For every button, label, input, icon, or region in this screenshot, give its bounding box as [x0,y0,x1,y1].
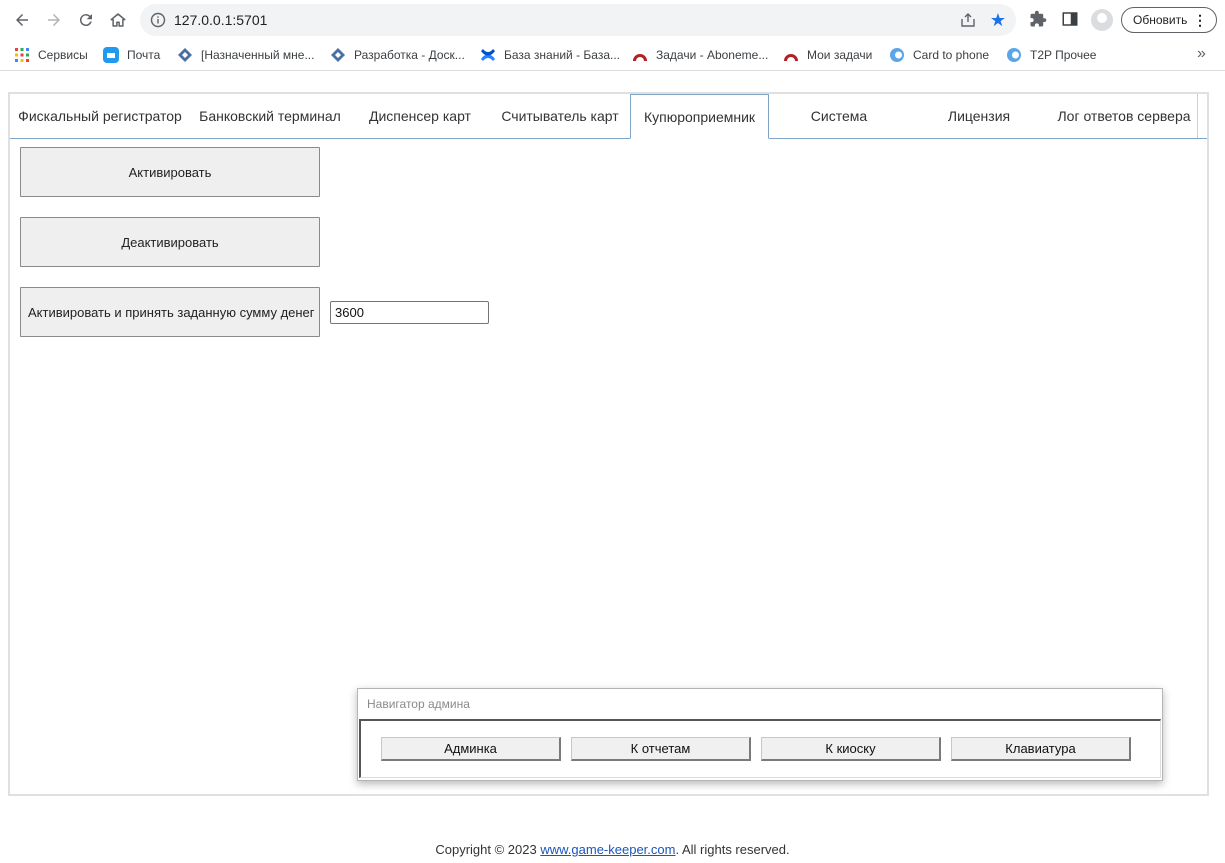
tab-label: Лицензия [947,108,1011,124]
profile-avatar[interactable] [1091,9,1113,31]
mail-icon [103,47,119,63]
tab-label: Купюроприемник [643,108,756,125]
tab-label: Фискальный регистратор [18,108,182,124]
kiosk-button[interactable]: К киоску [761,737,941,761]
bookmark-label: [Назначенный мне... [201,48,315,62]
footer: Copyright © 2023 www.game-keeper.com. Al… [0,842,1225,857]
browser-toolbar: 127.0.0.1:5701 ★ Обновить ⋮ [0,0,1225,40]
tab-label: Банковский терминал [199,108,341,124]
update-browser-button[interactable]: Обновить ⋮ [1121,7,1217,33]
browser-menu-icon[interactable]: ⋮ [1193,11,1207,29]
tab-card-dispenser[interactable]: Диспенсер карт [350,94,490,138]
reload-icon[interactable] [74,8,98,32]
bookmark-label: Сервисы [38,48,88,62]
site-info-icon[interactable] [150,12,166,28]
address-bar[interactable]: 127.0.0.1:5701 ★ [140,4,1016,36]
bookmark-label: Card to phone [913,48,990,62]
blue-circle-icon [1006,47,1022,63]
activate-with-amount-button[interactable]: Активировать и принять заданную сумму де… [20,287,320,337]
copyright-text: Copyright © 2023 [435,842,541,857]
tab-bank-terminal[interactable]: Банковский терминал [190,94,350,138]
extensions-icon[interactable] [1029,10,1047,28]
tab-system[interactable]: Система [769,94,909,138]
more-bookmarks-icon[interactable]: » [1197,45,1206,63]
bookmark-item[interactable]: Мои задачи [783,47,872,63]
reports-button[interactable]: К отчетам [571,737,751,761]
bookmark-item[interactable]: Сервисы [14,47,88,63]
amount-input[interactable] [330,301,489,324]
bookmark-item[interactable]: База знаний - База... [480,47,620,63]
tab-label: Система [810,108,868,124]
navigator-title: Навигатор админа [367,697,470,711]
bookmark-label: Разработка - Доск... [354,48,465,62]
tab-fiscal-registrar[interactable]: Фискальный регистратор [10,94,190,138]
bookmark-label: Мои задачи [807,48,873,62]
update-label: Обновить [1133,13,1188,27]
bookmark-label: T2P Прочее [1030,48,1097,62]
apps-grid-icon [14,47,30,63]
tab-divider [1197,94,1198,138]
tab-card-reader[interactable]: Считыватель карт [490,94,630,138]
company-link[interactable]: www.game-keeper.com [540,842,675,857]
side-panel-icon[interactable] [1061,10,1079,28]
bookmark-star-icon[interactable]: ★ [990,10,1006,30]
bookmark-item[interactable]: Разработка - Доск... [330,47,465,63]
bookmark-label: Почта [127,48,161,62]
tab-bill-acceptor[interactable]: Купюроприемник [630,94,769,139]
tab-license[interactable]: Лицензия [909,94,1049,138]
bookmark-item[interactable]: Задачи - Aboneme... [632,47,768,63]
admin-navigator: Навигатор админа Админка К отчетам К кио… [357,688,1163,781]
keyboard-button[interactable]: Клавиатура [951,737,1131,761]
rights-text: . All rights reserved. [675,842,790,857]
bookmark-item[interactable]: [Назначенный мне... [177,47,314,63]
device-tabs: Фискальный регистратор Банковский термин… [10,94,1207,139]
share-icon[interactable] [960,12,976,28]
tab-label: Считыватель карт [501,108,619,124]
url-text[interactable]: 127.0.0.1:5701 [174,12,267,28]
diamond-icon [330,47,346,63]
confluence-icon [480,47,496,63]
bookmark-item[interactable]: T2P Прочее [1006,47,1096,63]
tab-server-log[interactable]: Лог ответов сервера [1049,94,1199,138]
blue-circle-icon [889,47,905,63]
redmine-icon [632,47,648,63]
bookmark-item[interactable]: Card to phone [889,47,989,63]
bookmark-item[interactable]: Почта [103,47,160,63]
home-icon[interactable] [106,8,130,32]
activate-button[interactable]: Активировать [20,147,320,197]
back-icon[interactable] [10,8,34,32]
deactivate-button[interactable]: Деактивировать [20,217,320,267]
tab-label: Лог ответов сервера [1057,108,1191,124]
bookmarks-bar: Сервисы Почта [Назначенный мне... Разраб… [0,40,1225,71]
tab-label: Диспенсер карт [369,108,471,124]
forward-icon[interactable] [42,8,66,32]
diamond-icon [177,47,193,63]
bookmark-label: Задачи - Aboneme... [656,48,769,62]
redmine-icon [783,47,799,63]
bookmark-label: База знаний - База... [504,48,621,62]
admin-button[interactable]: Админка [381,737,561,761]
navigator-body: Админка К отчетам К киоску Клавиатура [359,719,1161,778]
